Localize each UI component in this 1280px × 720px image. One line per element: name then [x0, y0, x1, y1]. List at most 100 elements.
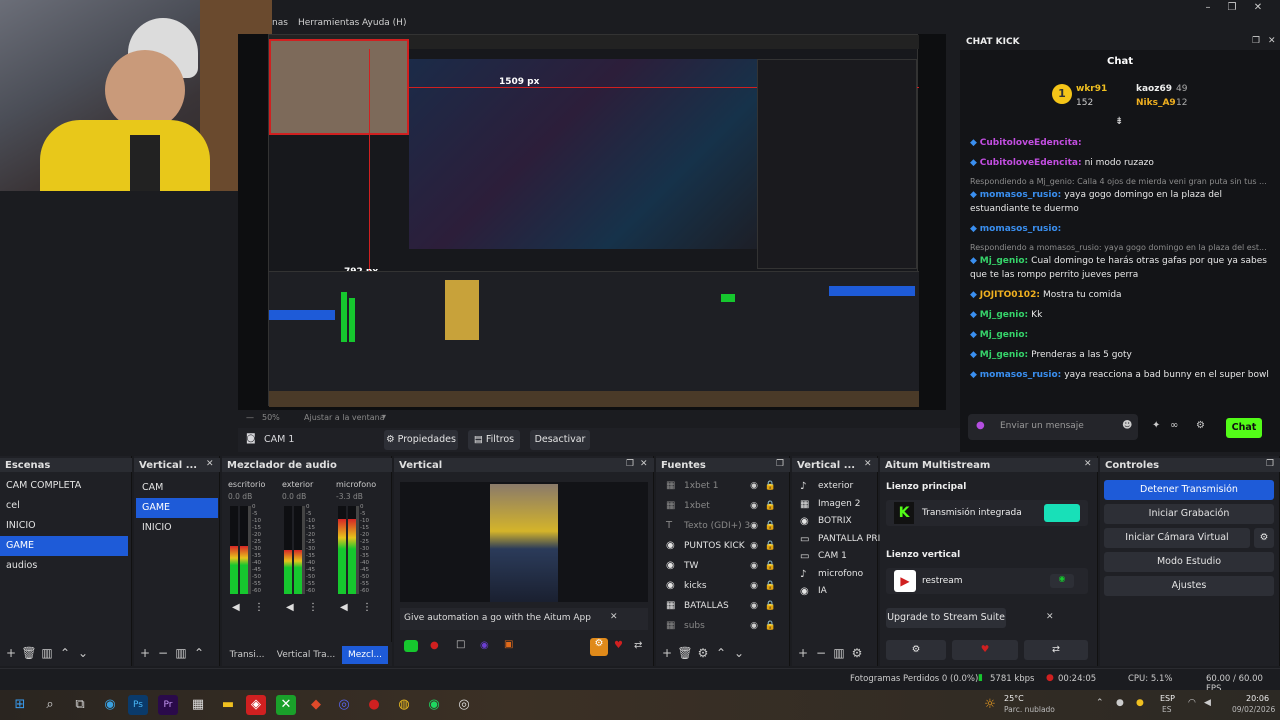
- add-icon[interactable]: +: [136, 646, 154, 660]
- virtualcam-icon[interactable]: ◉: [480, 640, 489, 651]
- chat-send-button[interactable]: Chat: [1226, 418, 1262, 438]
- virtual-camera-settings-button[interactable]: ⚙: [1254, 528, 1274, 548]
- float-icon[interactable]: ❐: [1266, 459, 1274, 469]
- trash-icon[interactable]: 🗑: [676, 646, 694, 660]
- emoji-icon[interactable]: ☻: [1122, 420, 1132, 431]
- source-item[interactable]: ▦ 1xbet ◉ 🔒: [660, 496, 784, 516]
- close-icon[interactable]: ✕: [1248, 2, 1268, 13]
- discord-icon[interactable]: ◎: [334, 695, 354, 715]
- gear-icon[interactable]: ⚙: [694, 646, 712, 660]
- float-icon[interactable]: ❐: [776, 459, 784, 469]
- main-preview[interactable]: 1509 px 792 px: [238, 34, 946, 410]
- mic-icon[interactable]: ●: [976, 420, 985, 431]
- volume-slider[interactable]: [302, 506, 305, 594]
- tab-mixer[interactable]: Mezcl...: [342, 646, 388, 664]
- obs-icon[interactable]: ◎: [454, 695, 474, 715]
- vertical-source-item[interactable]: ♪ microfono: [794, 566, 878, 584]
- vertical-source-item[interactable]: ▭ PANTALLA PRIN: [794, 531, 887, 549]
- lock-icon[interactable]: 🔒: [765, 596, 776, 616]
- premiere-icon[interactable]: Pr: [158, 695, 178, 715]
- close-icon[interactable]: ✕: [1046, 612, 1054, 622]
- multistream-swap-button[interactable]: ⇄: [1024, 640, 1088, 660]
- search-icon[interactable]: ⌕: [40, 695, 60, 715]
- speaker-icon[interactable]: ◀: [1204, 698, 1211, 708]
- vertical-stream-toggle[interactable]: ◉: [1050, 574, 1074, 588]
- edge-icon[interactable]: ◉: [100, 695, 120, 715]
- weather-icon[interactable]: ☼: [980, 695, 1000, 715]
- eye-icon[interactable]: ◉: [750, 596, 758, 616]
- chat-username[interactable]: Mj_genio:: [980, 350, 1028, 360]
- eye-icon[interactable]: ◉: [750, 496, 758, 516]
- wifi-icon[interactable]: ◠: [1188, 698, 1196, 708]
- source-item[interactable]: ▦ BATALLAS ◉ 🔒: [660, 596, 784, 616]
- eye-icon[interactable]: ◉: [750, 516, 758, 536]
- source-item[interactable]: T Texto (GDI+) 3 ◉ 🔒: [660, 516, 784, 536]
- scene-item[interactable]: cel: [0, 496, 128, 516]
- vertical-source-item[interactable]: ♪ exterior: [794, 478, 878, 496]
- fit-dropdown[interactable]: Ajustar a la ventana: [304, 413, 385, 422]
- folder-icon[interactable]: ▬: [218, 695, 238, 715]
- lock-icon[interactable]: 🔒: [765, 556, 776, 576]
- chrome-icon[interactable]: ◍: [394, 695, 414, 715]
- arrow-up-icon[interactable]: ⌃: [190, 646, 208, 660]
- source-item[interactable]: ◉ kicks ◉ 🔒: [660, 576, 784, 596]
- backtrack-icon[interactable]: ▣: [504, 639, 513, 650]
- gear-icon[interactable]: ⚙: [848, 646, 866, 660]
- chat-username[interactable]: momasos_rusio:: [980, 370, 1061, 380]
- filter-icon[interactable]: ▥: [830, 646, 848, 660]
- stop-icon[interactable]: □: [456, 639, 465, 650]
- float-icon[interactable]: ❐: [626, 459, 634, 469]
- filter-icon[interactable]: ▥: [38, 646, 56, 660]
- scene-item[interactable]: GAME: [0, 536, 128, 556]
- tab-vertical-transitions[interactable]: Vertical Tra...: [276, 646, 336, 664]
- close-icon[interactable]: ✕: [1084, 459, 1092, 469]
- clock-time[interactable]: 20:06: [1246, 694, 1269, 703]
- lock-icon[interactable]: 🔒: [765, 536, 776, 556]
- vertical-source-item[interactable]: ◉ IA: [794, 583, 878, 601]
- minus-icon[interactable]: −: [154, 646, 172, 660]
- task-view-icon[interactable]: ⧉: [70, 695, 90, 715]
- multistream-heart-button[interactable]: ♥: [952, 640, 1018, 660]
- stop-streaming-button[interactable]: Detener Transmisión: [1104, 480, 1274, 500]
- menu-item-herramientas[interactable]: Herramientas: [298, 18, 359, 28]
- vertical-scene-item[interactable]: CAM: [136, 478, 218, 498]
- calculator-icon[interactable]: ▦: [188, 695, 208, 715]
- vertical-canvas[interactable]: [400, 482, 648, 602]
- filters-button[interactable]: ▤ Filtros: [468, 430, 520, 450]
- trash-icon[interactable]: 🗑: [20, 646, 38, 660]
- menu-dots-icon[interactable]: ⋮: [362, 602, 372, 613]
- link-icon[interactable]: ∞: [1170, 420, 1178, 431]
- eye-icon[interactable]: ◉: [750, 536, 758, 556]
- vertical-source-item[interactable]: ◉ BOTRIX: [794, 513, 878, 531]
- tray-icon-2[interactable]: ●: [1136, 698, 1144, 708]
- eye-icon[interactable]: ◉: [750, 476, 758, 496]
- record-icon[interactable]: ●: [430, 640, 439, 651]
- chat-username[interactable]: CubitoloveEdencita:: [980, 158, 1082, 168]
- tab-transitions[interactable]: Transi...: [224, 646, 270, 664]
- spotify-icon[interactable]: ◉: [424, 695, 444, 715]
- chat-username[interactable]: momasos_rusio:: [980, 190, 1061, 200]
- swap-icon[interactable]: ⇄: [634, 640, 642, 651]
- source-item[interactable]: ▦ 1xbet 1 ◉ 🔒: [660, 476, 784, 496]
- eye-icon[interactable]: ◉: [750, 576, 758, 596]
- eye-icon[interactable]: ◉: [750, 556, 758, 576]
- menu-item-archivo[interactable]: nas: [272, 18, 288, 28]
- eye-icon[interactable]: ◉: [750, 616, 758, 636]
- scene-item[interactable]: INICIO: [0, 516, 128, 536]
- lock-icon[interactable]: 🔒: [765, 576, 776, 596]
- multistream-settings-button[interactable]: ⚙: [886, 640, 946, 660]
- maximize-icon[interactable]: ❐: [1222, 2, 1242, 13]
- chevron-up-icon[interactable]: ⌃: [1096, 698, 1104, 708]
- vertical-source-item[interactable]: ▭ CAM 1: [794, 548, 878, 566]
- menu-dots-icon[interactable]: ⋮: [308, 602, 318, 613]
- start-recording-button[interactable]: Iniciar Grabación: [1104, 504, 1274, 524]
- filter-icon[interactable]: ▥: [172, 646, 190, 660]
- speaker-icon[interactable]: ◀: [340, 602, 348, 613]
- arrow-down-icon[interactable]: ⌄: [730, 646, 748, 660]
- add-icon[interactable]: +: [2, 646, 20, 660]
- add-icon[interactable]: +: [658, 646, 676, 660]
- close-icon[interactable]: ✕: [864, 459, 872, 469]
- add-icon[interactable]: +: [794, 646, 812, 660]
- chevron-down-icon[interactable]: ▾: [382, 412, 386, 421]
- close-icon[interactable]: ✕: [206, 459, 214, 469]
